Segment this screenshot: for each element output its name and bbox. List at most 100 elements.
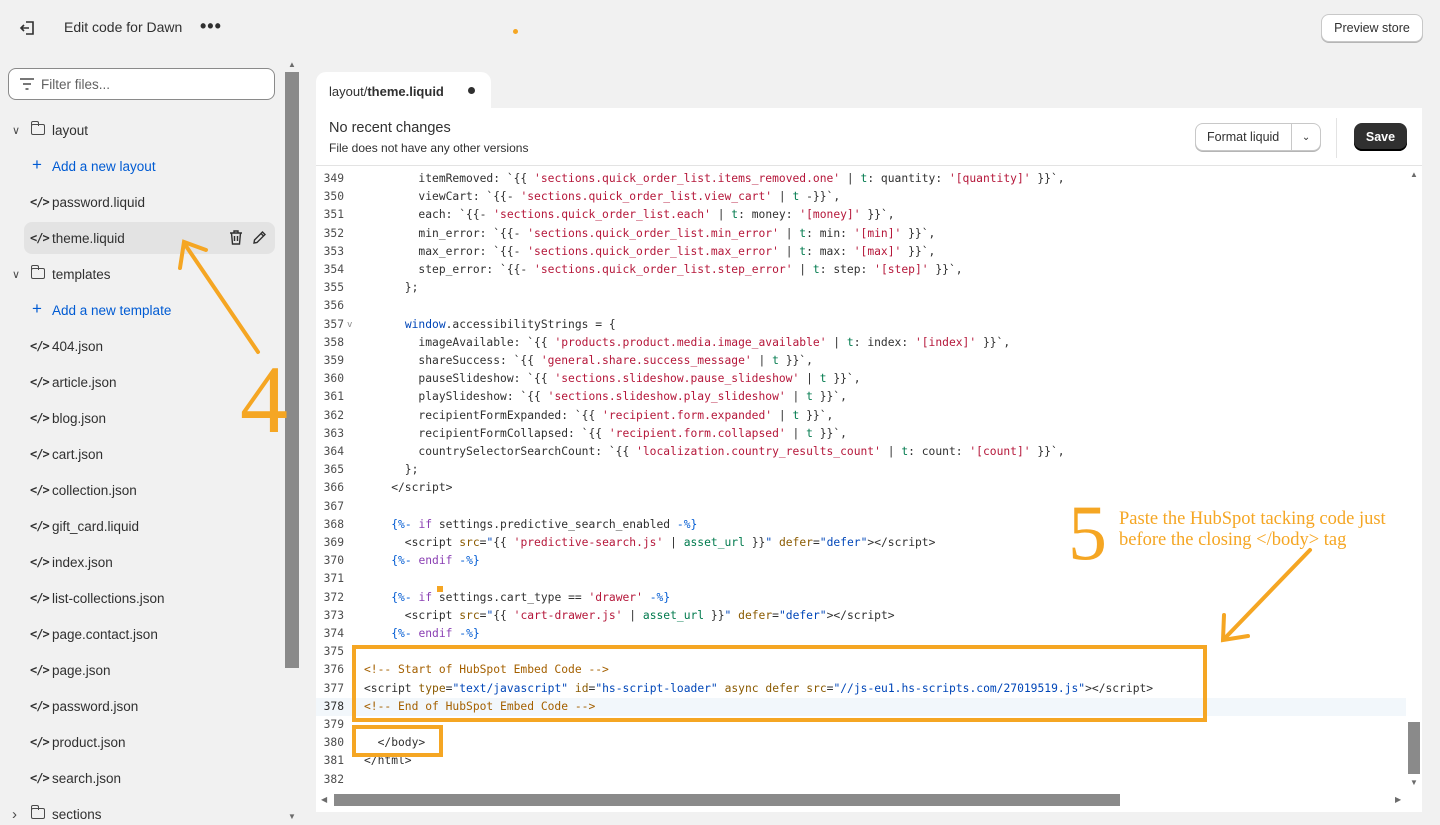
chevron-down-icon[interactable]: ⌄ [1292, 132, 1320, 143]
code-file-icon: </> [30, 447, 50, 461]
chevron-down-icon[interactable]: ∨ [12, 268, 22, 281]
filter-files-field[interactable] [8, 68, 275, 100]
tab-theme-liquid[interactable]: layout/theme.liquid [316, 72, 491, 110]
chevron-down-icon[interactable]: ∨ [12, 124, 22, 137]
code-file-icon: </> [30, 591, 50, 605]
code-line[interactable]: 359 shareSuccess: `{{ 'general.share.suc… [316, 352, 1406, 370]
code-line[interactable]: 352 min_error: `{{- 'sections.quick_orde… [316, 225, 1406, 243]
exit-icon[interactable] [18, 18, 38, 38]
code-line[interactable]: 362 recipientFormExpanded: `{{ 'recipien… [316, 407, 1406, 425]
unsaved-dot-icon[interactable] [468, 87, 475, 94]
file-item[interactable]: </> collection.json [0, 474, 285, 506]
code-line[interactable]: 363 recipientFormCollapsed: `{{ 'recipie… [316, 425, 1406, 443]
folder-sections[interactable]: › sections [0, 798, 285, 825]
sidebar-item-label: sections [52, 806, 102, 822]
note-line-2: before the closing </body> tag [1119, 530, 1347, 550]
code-line[interactable]: 350 viewCart: `{{- 'sections.quick_order… [316, 188, 1406, 206]
code-line[interactable]: 356 [316, 297, 1406, 315]
line-number: 365 [323, 463, 344, 477]
code-line[interactable]: 351 each: `{{- 'sections.quick_order_lis… [316, 206, 1406, 224]
code-line[interactable]: 355 }; [316, 279, 1406, 297]
scroll-down-icon[interactable]: ▼ [288, 812, 296, 821]
code-line[interactable]: 353 max_error: `{{- 'sections.quick_orde… [316, 243, 1406, 261]
fold-chevron-icon[interactable]: v [347, 316, 352, 334]
format-liquid-label[interactable]: Format liquid [1196, 124, 1293, 150]
code-line[interactable]: 361 playSlideshow: `{{ 'sections.slidesh… [316, 388, 1406, 406]
code-hscroll-thumb[interactable] [334, 794, 1120, 806]
code-text: pauseSlideshow: `{{ 'sections.slideshow.… [364, 372, 861, 386]
file-item[interactable]: </> page.contact.json [0, 618, 285, 650]
code-line[interactable]: 381 </html> [316, 752, 1406, 770]
code-horizontal-scrollbar[interactable]: ◀ ▶ [316, 794, 1406, 808]
code-line[interactable]: 354 step_error: `{{- 'sections.quick_ord… [316, 261, 1406, 279]
scroll-left-icon[interactable]: ◀ [321, 795, 327, 804]
sidebar-item-label: blog.json [52, 410, 107, 426]
folder-layout[interactable]: ∨ layout [0, 114, 285, 146]
file-item[interactable]: </> password.liquid [0, 186, 285, 218]
code-text: playSlideshow: `{{ 'sections.slideshow.p… [364, 390, 847, 404]
line-number: 376 [323, 663, 344, 677]
app-title: Edit code for Dawn [64, 19, 183, 35]
file-item[interactable]: </> product.json [0, 726, 285, 758]
line-number: 380 [323, 736, 344, 750]
more-actions-icon[interactable]: ••• [200, 16, 222, 37]
save-button[interactable]: Save [1354, 123, 1407, 151]
sidebar-item-label: templates [52, 266, 111, 282]
file-item[interactable]: </> list-collections.json [0, 582, 285, 614]
trash-icon[interactable] [229, 230, 243, 245]
scroll-up-icon[interactable]: ▲ [1410, 170, 1418, 179]
pencil-icon[interactable] [252, 230, 267, 245]
file-item[interactable]: </> password.json [0, 690, 285, 722]
code-line[interactable]: 374 {%- endif -%} [316, 625, 1406, 643]
line-number: 374 [323, 627, 344, 640]
cursor-marker [437, 586, 443, 592]
line-number: 357 [323, 317, 344, 331]
code-text: {%- endif -%} [391, 627, 480, 640]
code-scroll-thumb[interactable] [1408, 722, 1420, 774]
line-number: 351 [323, 208, 344, 222]
code-line[interactable]: 380 </body> [316, 734, 1406, 752]
chevron-right-icon[interactable]: › [12, 806, 22, 823]
embed-code-highlight-box [352, 645, 1207, 722]
code-line[interactable]: 364 countrySelectorSearchCount: `{{ 'loc… [316, 443, 1406, 461]
scroll-up-icon[interactable]: ▲ [288, 60, 296, 69]
filter-files-input[interactable] [41, 74, 261, 94]
line-number: 367 [323, 499, 344, 513]
code-line[interactable]: 349 itemRemoved: `{{ 'sections.quick_ord… [316, 170, 1406, 188]
code-line[interactable]: 357 v window.accessibilityStrings = { [316, 316, 1406, 334]
code-line[interactable]: 373 <script src="{{ 'cart-drawer.js' | a… [316, 607, 1406, 625]
add-item-link[interactable]: + Add a new layout [0, 150, 285, 182]
code-vertical-scrollbar[interactable]: ▲ ▼ [1406, 166, 1422, 794]
code-line[interactable]: 365 }; [316, 461, 1406, 479]
code-line[interactable]: 366 </script> [316, 479, 1406, 497]
code-text: <script src="{{ 'predictive-search.js' |… [364, 536, 936, 549]
add-item-link[interactable]: + Add a new template [0, 294, 285, 326]
line-number: 349 [323, 172, 344, 185]
sidebar-item-label: list-collections.json [52, 590, 165, 606]
plus-icon: + [32, 299, 42, 318]
code-text: {%- endif -%} [391, 554, 480, 568]
sidebar-item-label: cart.json [52, 446, 104, 462]
file-item[interactable]: </> gift_card.liquid [0, 510, 285, 542]
code-file-icon: </> [30, 195, 50, 209]
code-line[interactable]: 382 [316, 771, 1406, 789]
code-text: <script src="{{ 'cart-drawer.js' | asset… [364, 608, 895, 622]
preview-store-button[interactable]: Preview store [1321, 14, 1423, 42]
code-line[interactable]: 371 [316, 570, 1406, 588]
scroll-down-icon[interactable]: ▼ [1410, 778, 1418, 787]
line-number: 366 [323, 481, 344, 495]
file-item[interactable]: </> page.json [0, 654, 285, 686]
code-line[interactable]: 372 {%- if settings.cart_type == 'drawer… [316, 589, 1406, 607]
file-item[interactable]: </> index.json [0, 546, 285, 578]
code-line[interactable]: 370 {%- endif -%} [316, 552, 1406, 570]
code-line[interactable]: 360 pauseSlideshow: `{{ 'sections.slides… [316, 370, 1406, 388]
tab-path: layout/ [329, 83, 368, 99]
file-item[interactable]: </> theme.liquid [24, 222, 275, 254]
format-liquid-button[interactable]: Format liquid ⌄ [1195, 123, 1321, 151]
tab-filename: theme.liquid [367, 83, 444, 99]
code-line[interactable]: 358 imageAvailable: `{{ 'products.produc… [316, 334, 1406, 352]
folder-templates[interactable]: ∨ templates [0, 258, 285, 290]
line-number: 355 [323, 281, 344, 295]
scroll-right-icon[interactable]: ▶ [1395, 795, 1401, 804]
file-item[interactable]: </> search.json [0, 762, 285, 794]
